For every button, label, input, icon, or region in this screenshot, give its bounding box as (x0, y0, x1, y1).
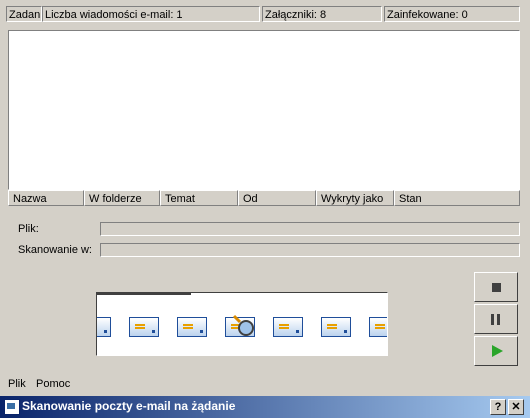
status-email-count: Liczba wiadomości e-mail: 1 (42, 6, 260, 22)
scanning-field (100, 243, 520, 257)
envelope-icon (129, 317, 159, 337)
progress-bar (97, 293, 191, 295)
app-icon (4, 399, 20, 415)
status-infected: Zainfekowane: 0 (384, 6, 520, 22)
help-button[interactable]: ? (490, 399, 506, 415)
file-label: Plik: (18, 223, 39, 235)
pause-icon (491, 314, 501, 325)
scanning-label: Skanowanie w: (18, 244, 92, 256)
results-list[interactable] (8, 30, 520, 190)
envelope-icon (97, 317, 111, 337)
menu-bar: Plik Pomoc (0, 376, 530, 394)
scan-animation (96, 292, 388, 356)
close-button[interactable]: ✕ (508, 399, 524, 415)
envelope-icon (273, 317, 303, 337)
file-field (100, 222, 520, 236)
status-attachments: Załączniki: 8 (262, 6, 382, 22)
stop-icon (492, 283, 501, 292)
column-detected-as[interactable]: Wykryty jako (316, 190, 394, 206)
window-title: Skanowanie poczty e-mail na żądanie (22, 399, 236, 413)
menu-help[interactable]: Pomoc (36, 378, 70, 390)
play-button[interactable] (474, 336, 518, 366)
envelope-icon (369, 317, 387, 337)
menu-file[interactable]: Plik (8, 378, 26, 390)
play-icon (492, 345, 503, 357)
envelope-icon (177, 317, 207, 337)
status-tasks: Zadani (6, 6, 42, 22)
column-subject[interactable]: Temat (160, 190, 238, 206)
column-status[interactable]: Stan (394, 190, 520, 206)
column-folder[interactable]: W folderze (84, 190, 160, 206)
magnifier-icon (231, 313, 257, 339)
pause-button[interactable] (474, 304, 518, 334)
column-from[interactable]: Od (238, 190, 316, 206)
stop-button[interactable] (474, 272, 518, 302)
title-bar[interactable]: Skanowanie poczty e-mail na żądanie ? ✕ (0, 396, 530, 418)
column-name[interactable]: Nazwa (8, 190, 84, 206)
envelope-icon (321, 317, 351, 337)
